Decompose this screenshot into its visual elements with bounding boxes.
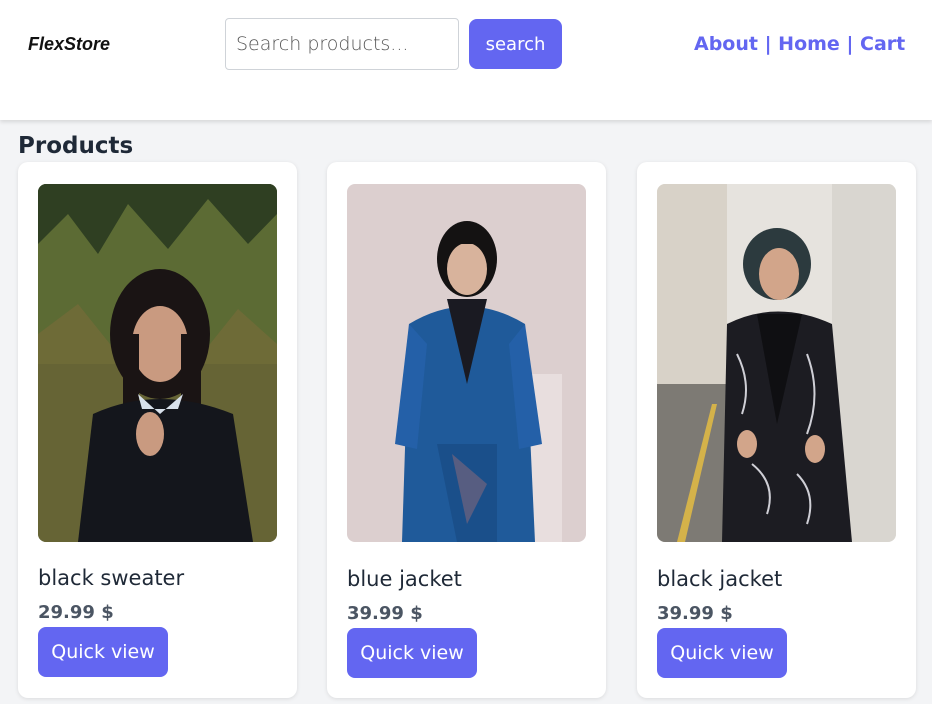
- search-input[interactable]: [225, 18, 459, 70]
- product-price: 39.99 $: [657, 603, 733, 624]
- product-image[interactable]: [347, 184, 586, 542]
- section-title: Products: [18, 133, 134, 159]
- product-card: black jacket 39.99 $ Quick view: [637, 162, 916, 698]
- search-button[interactable]: search: [469, 19, 562, 69]
- product-price: 29.99 $: [38, 602, 114, 623]
- product-name: black sweater: [38, 566, 185, 590]
- product-image[interactable]: [38, 184, 277, 542]
- product-name: black jacket: [657, 567, 783, 591]
- navbar: FlexStore search About | Home | Cart: [0, 0, 932, 120]
- nav-link-cart[interactable]: Cart: [860, 33, 905, 55]
- nav-separator: |: [764, 33, 772, 55]
- nav-links: About | Home | Cart: [694, 33, 905, 55]
- quick-view-button[interactable]: Quick view: [347, 628, 477, 678]
- product-card: blue jacket 39.99 $ Quick view: [327, 162, 606, 698]
- brand-logo[interactable]: FlexStore: [28, 34, 110, 55]
- quick-view-button[interactable]: Quick view: [38, 627, 168, 677]
- nav-separator: |: [846, 33, 854, 55]
- nav-link-home[interactable]: Home: [778, 33, 840, 55]
- product-image[interactable]: [657, 184, 896, 542]
- product-card: black sweater 29.99 $ Quick view: [18, 162, 297, 698]
- quick-view-button[interactable]: Quick view: [657, 628, 787, 678]
- nav-link-about[interactable]: About: [694, 33, 758, 55]
- product-price: 39.99 $: [347, 603, 423, 624]
- product-name: blue jacket: [347, 567, 462, 591]
